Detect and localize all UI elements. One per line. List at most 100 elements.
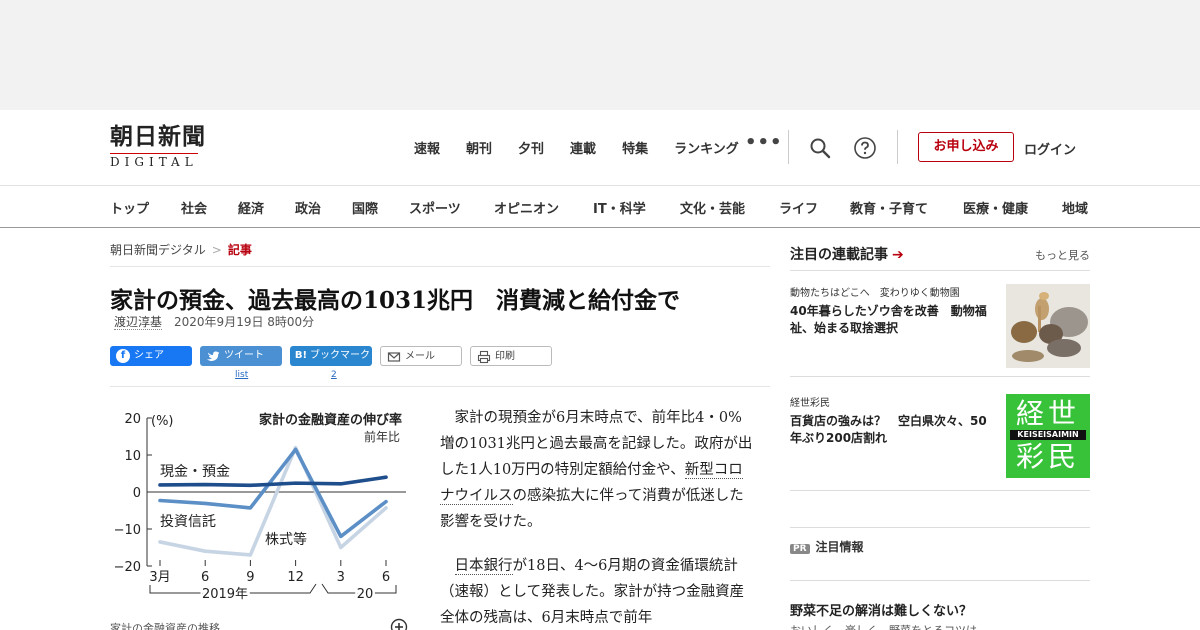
chart-title: 家計の金融資産の伸び率 (259, 412, 402, 428)
category-it-science[interactable]: IT・科学 (593, 198, 646, 217)
chart-caption: 家計の金融資産の推移 (110, 622, 220, 630)
sidebar-title-text: 注目の連載記事 (790, 247, 888, 263)
breadcrumb: 朝日新聞デジタル > 記事 (110, 241, 252, 258)
category-life[interactable]: ライフ (779, 198, 818, 217)
facebook-share-button[interactable]: f シェア (110, 346, 192, 366)
pr-article-title[interactable]: 野菜不足の解消は難しくない？ (790, 600, 972, 619)
thumb-roman: KEISEISAIMIN (1010, 430, 1086, 440)
category-opinion[interactable]: オピニオン (494, 198, 559, 217)
facebook-icon: f (116, 349, 130, 363)
tweet-label: ツイート (224, 350, 264, 361)
thumb-title-bottom: 彩民 (1015, 440, 1080, 473)
pr-badge: PR (790, 544, 810, 554)
asset-growth-chart[interactable]: 20 10 0 −10 −20 (%) 家計の金融資産の伸び率前年比現金・預金投資信託株式等… (110, 402, 415, 612)
breadcrumb-current: 記事 (227, 243, 252, 257)
divider (790, 527, 1090, 528)
subscribe-button[interactable]: お申し込み (918, 132, 1014, 162)
topic-link-boj[interactable]: 日本銀行 (454, 558, 513, 575)
article-title: 40年暮らしたゾウ舎を改善 動物福祉、始まる取捨選択 (790, 304, 987, 335)
y-tick-label: −20 (114, 560, 141, 575)
y-tick-label: 10 (124, 449, 141, 464)
x-tick-label: 9 (246, 570, 254, 585)
x-tick-label: 12 (287, 570, 304, 585)
zoom-in-icon[interactable] (390, 618, 408, 630)
article-body: 家計の現預金が6月末時点で、前年比4・0%増の1031兆円と過去最高を記録した。… (440, 405, 755, 630)
bookmark-count[interactable]: 2 (331, 370, 337, 380)
nav-evening[interactable]: 夕刊 (518, 138, 544, 157)
nav-breaking[interactable]: 速報 (414, 138, 440, 157)
more-menu-icon[interactable]: ••• (745, 132, 783, 153)
year-label: 2019年 (202, 587, 248, 602)
twitter-share-button[interactable]: ツイート (200, 346, 282, 366)
article-title: 百貨店の強みは？ 空白県次々、50年ぶり200店割れ (790, 414, 987, 445)
help-icon[interactable] (853, 136, 877, 160)
category-culture[interactable]: 文化・芸能 (680, 198, 745, 217)
printer-icon (477, 350, 491, 364)
nav-series[interactable]: 連載 (570, 138, 596, 157)
category-sports[interactable]: スポーツ (409, 198, 461, 217)
category-society[interactable]: 社会 (181, 198, 207, 217)
category-local[interactable]: 地域 (1062, 198, 1088, 217)
nav-morning[interactable]: 朝刊 (466, 138, 492, 157)
byline: 渡辺淳基 2020年9月19日 8時00分 (114, 313, 314, 330)
keiseisaimin-thumbnail: 経世 KEISEISAIMIN 彩民 (1006, 394, 1090, 478)
category-politics[interactable]: 政治 (295, 198, 321, 217)
mail-label: メール (405, 351, 435, 362)
pr-label: 注目情報 (815, 540, 864, 554)
logo-subtitle: DIGITAL (110, 153, 198, 169)
see-more-link[interactable]: もっと見る (1035, 247, 1090, 263)
divider (110, 266, 770, 267)
year-label: 20 (357, 587, 374, 602)
print-button[interactable]: 印刷 (470, 346, 552, 366)
mail-icon (387, 352, 401, 362)
pr-section-header: PR 注目情報 (790, 538, 864, 555)
zoo-animals-thumbnail (1006, 284, 1090, 368)
masthead: 朝日新聞 DIGITAL 速報 朝刊 夕刊 連載 特集 ランキング ••• お申… (0, 110, 1200, 185)
category-health[interactable]: 医療・健康 (963, 198, 1028, 217)
series-label: 現金・預金 (160, 464, 230, 480)
y-tick-label: 0 (133, 486, 141, 501)
category-international[interactable]: 国際 (352, 198, 378, 217)
divider (897, 130, 898, 164)
ad-banner-area (0, 0, 1200, 110)
article-paragraph: 家計の現預金が6月末時点で、前年比4・0%増の1031兆円と過去最高を記録した。… (440, 405, 755, 535)
sidebar-article[interactable]: 動物たちはどこへ 変わりゆく動物園 40年暮らしたゾウ舎を改善 動物福祉、始まる… (790, 284, 1090, 368)
category-nav: トップ 社会 経済 政治 国際 スポーツ オピニオン IT・科学 文化・芸能 ラ… (0, 185, 1200, 228)
divider (790, 270, 1090, 271)
twitter-bird-icon (207, 351, 220, 362)
login-link[interactable]: ログイン (1024, 139, 1076, 158)
article-paragraph: 日本銀行が18日、4～6月期の資金循環統計（速報）として発表した。家計が持つ金融… (440, 553, 755, 630)
author-link[interactable]: 渡辺淳基 (114, 315, 163, 330)
x-tick-label: 6 (382, 570, 390, 585)
top-nav: 速報 朝刊 夕刊 連載 特集 ランキング (414, 138, 765, 157)
mail-share-button[interactable]: メール (380, 346, 462, 366)
nav-features[interactable]: 特集 (622, 138, 648, 157)
breadcrumb-home[interactable]: 朝日新聞デジタル (110, 243, 206, 257)
pr-article-subtitle: おいしく、楽しく、野菜をとるコツは (790, 622, 977, 630)
divider (110, 386, 770, 387)
tweet-count[interactable]: list (235, 370, 248, 380)
category-top[interactable]: トップ (110, 198, 149, 217)
hatena-icon: B! (294, 350, 308, 361)
search-icon[interactable] (808, 136, 832, 160)
y-axis-unit: (%) (151, 414, 174, 429)
category-education[interactable]: 教育・子育て (850, 198, 928, 217)
x-tick-label: 6 (201, 570, 209, 585)
site-logo[interactable]: 朝日新聞 DIGITAL (110, 124, 245, 172)
series-label: 投資信託 (160, 514, 216, 530)
hatena-bookmark-button[interactable]: B! ブックマーク (290, 346, 372, 366)
y-tick-label: −10 (114, 523, 141, 538)
chart-subtitle: 前年比 (364, 429, 400, 444)
y-tick-label: 20 (124, 412, 141, 427)
thumb-title-top: 経世 (1015, 397, 1080, 430)
series-label: 株式等 (265, 531, 307, 548)
x-tick-label: 3 (337, 570, 345, 585)
nav-ranking[interactable]: ランキング (674, 138, 739, 157)
divider (790, 580, 1090, 581)
divider (790, 490, 1090, 491)
logo-wordmark: 朝日新聞 (110, 123, 206, 150)
category-economy[interactable]: 経済 (238, 198, 264, 217)
sidebar-article[interactable]: 経世彩民 百貨店の強みは？ 空白県次々、50年ぶり200店割れ 経世 KEISE… (790, 394, 1090, 478)
sidebar-title[interactable]: 注目の連載記事 ➔ (790, 244, 904, 264)
article-headline: 家計の預金、過去最高の1031兆円 消費減と給付金で (110, 287, 681, 314)
